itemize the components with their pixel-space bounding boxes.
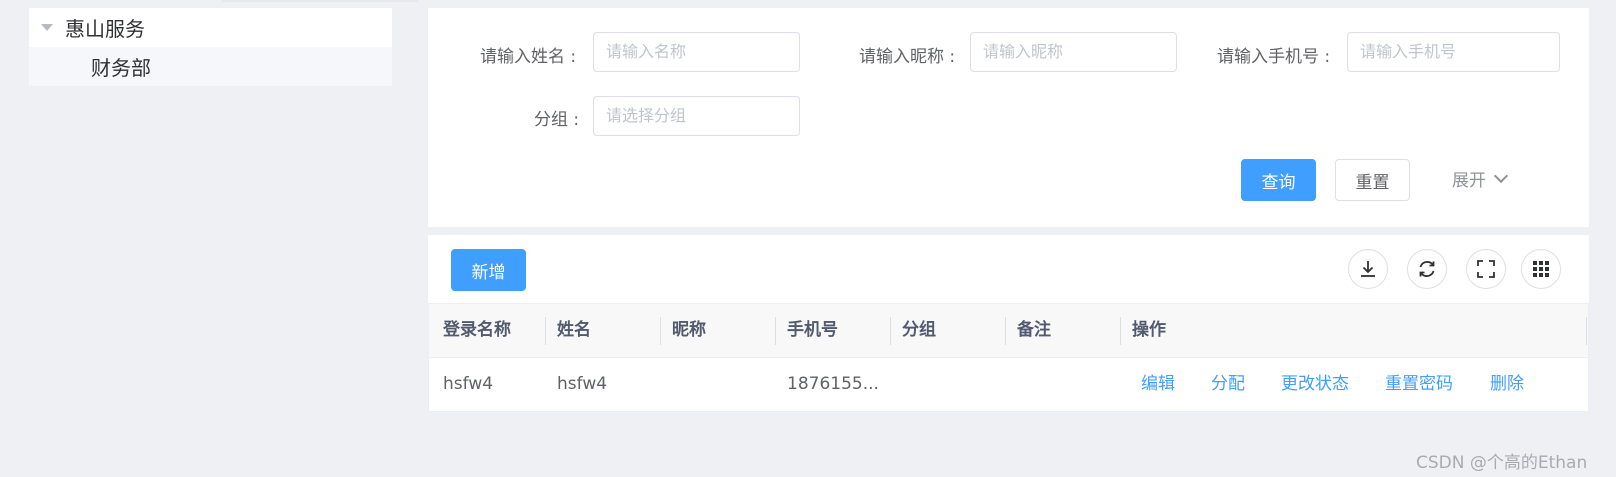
fullscreen-button[interactable] — [1466, 249, 1506, 289]
name-field-label: 请输入姓名 : — [480, 47, 577, 67]
table-panel: 新增 登录名称 姓名 昵称 手机号 分组 备注 操作 hsfw4 hsfw4 1… — [428, 235, 1589, 412]
column-divider[interactable] — [660, 317, 661, 345]
download-button[interactable] — [1348, 249, 1388, 289]
refresh-icon — [1419, 261, 1435, 277]
download-icon — [1361, 261, 1375, 277]
tree-node-child[interactable]: 财务部 — [29, 47, 392, 86]
group-field-label: 分组 : — [534, 110, 580, 130]
column-divider[interactable] — [1120, 317, 1121, 345]
department-tree: 惠山服务 财务部 — [29, 8, 392, 86]
tree-node-root[interactable]: 惠山服务 — [29, 8, 392, 47]
column-divider[interactable] — [545, 317, 546, 345]
col-header-name: 姓名 — [557, 320, 591, 340]
edit-link[interactable]: 编辑 — [1141, 358, 1175, 411]
columns-grid-icon — [1533, 261, 1549, 277]
nickname-field-label: 请输入昵称 : — [859, 47, 956, 67]
chevron-down-icon — [1493, 168, 1509, 184]
reset-button[interactable]: 重置 — [1335, 159, 1410, 201]
assign-link[interactable]: 分配 — [1211, 358, 1245, 411]
group-select[interactable]: 请选择分组 — [593, 96, 800, 136]
col-header-actions: 操作 — [1132, 320, 1166, 340]
query-button[interactable]: 查询 — [1241, 159, 1316, 201]
name-input[interactable]: 请输入名称 — [593, 32, 800, 72]
change-status-link[interactable]: 更改状态 — [1281, 358, 1349, 411]
col-header-remark: 备注 — [1017, 320, 1051, 340]
search-panel: 请输入姓名 : 请输入名称 请输入昵称 : 请输入昵称 请输入手机号 : 请输入… — [428, 8, 1589, 227]
delete-link[interactable]: 删除 — [1490, 358, 1524, 411]
add-button[interactable]: 新增 — [451, 249, 526, 291]
user-table: 登录名称 姓名 昵称 手机号 分组 备注 操作 hsfw4 hsfw4 1876… — [428, 303, 1589, 412]
cell-login: hsfw4 — [443, 374, 494, 394]
nickname-input[interactable]: 请输入昵称 — [970, 32, 1177, 72]
phone-input[interactable]: 请输入手机号 — [1347, 32, 1560, 72]
table-header: 登录名称 姓名 昵称 手机号 分组 备注 操作 — [429, 304, 1588, 358]
col-header-nickname: 昵称 — [672, 320, 706, 340]
phone-field-label: 请输入手机号 : — [1217, 47, 1331, 67]
col-header-group: 分组 — [902, 320, 936, 340]
tree-node-child-label: 财务部 — [91, 56, 151, 80]
top-divider — [222, 0, 418, 2]
reset-password-link[interactable]: 重置密码 — [1385, 358, 1453, 411]
column-divider[interactable] — [775, 317, 776, 345]
watermark: CSDN @个高的Ethan — [1416, 453, 1588, 473]
cell-phone: 1876155... — [787, 374, 879, 394]
col-header-phone: 手机号 — [787, 320, 838, 340]
expand-toggle[interactable]: 展开 — [1452, 166, 1509, 191]
column-divider[interactable] — [890, 317, 891, 345]
cell-name: hsfw4 — [557, 374, 608, 394]
fullscreen-icon — [1477, 260, 1495, 278]
column-divider[interactable] — [1586, 317, 1587, 345]
refresh-button[interactable] — [1407, 249, 1447, 289]
expand-label: 展开 — [1452, 171, 1486, 191]
col-header-login: 登录名称 — [443, 320, 511, 340]
caret-down-icon[interactable] — [41, 24, 53, 31]
columns-button[interactable] — [1521, 249, 1561, 289]
tree-node-root-label: 惠山服务 — [65, 17, 145, 41]
table-row: hsfw4 hsfw4 1876155... 编辑 分配 更改状态 重置密码 删… — [429, 358, 1588, 411]
column-divider[interactable] — [1005, 317, 1006, 345]
